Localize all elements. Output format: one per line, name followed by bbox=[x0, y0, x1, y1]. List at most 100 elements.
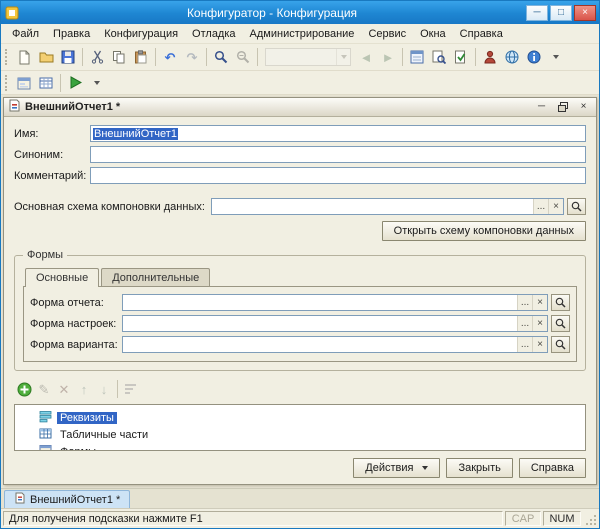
name-label: Имя: bbox=[14, 127, 39, 140]
object-editor-content: Имя: ВнешнийОтчет1 Синоним: Комментарий:… bbox=[4, 117, 596, 484]
status-caps-indicator: CAP bbox=[505, 511, 541, 526]
open-file-icon[interactable] bbox=[35, 46, 57, 68]
external-report-icon bbox=[8, 99, 21, 115]
undo-icon[interactable]: ↶ bbox=[159, 46, 181, 68]
menu-configuration[interactable]: Конфигурация bbox=[97, 26, 185, 42]
form-editor-icon[interactable] bbox=[13, 72, 35, 94]
child-minimize-button[interactable]: ─ bbox=[533, 100, 550, 114]
tree-item-attributes[interactable]: Реквизиты bbox=[15, 409, 585, 426]
child-restore-button[interactable] bbox=[554, 100, 571, 114]
synonym-input[interactable] bbox=[90, 146, 586, 163]
close-button[interactable]: × bbox=[574, 4, 596, 21]
user-settings-icon[interactable] bbox=[479, 46, 501, 68]
minimize-button[interactable]: ─ bbox=[526, 4, 548, 21]
menubar: Файл Правка Конфигурация Отладка Админис… bbox=[1, 24, 599, 44]
find-icon[interactable] bbox=[210, 46, 232, 68]
copy-icon[interactable] bbox=[108, 46, 130, 68]
variant-form-clear-button[interactable]: × bbox=[532, 337, 547, 352]
toolbar-overflow-icon[interactable] bbox=[545, 46, 567, 68]
settings-form-choose-button[interactable]: ... bbox=[517, 316, 532, 331]
status-num-indicator: NUM bbox=[543, 511, 581, 526]
find-next-icon[interactable] bbox=[232, 46, 254, 68]
object-editor-titlebar[interactable]: ВнешнийОтчет1 * ─ × bbox=[4, 98, 596, 117]
name-input-selected-text: ВнешнийОтчет1 bbox=[93, 127, 178, 140]
back-icon[interactable]: ◄ bbox=[355, 46, 377, 68]
maximize-button[interactable]: □ bbox=[550, 4, 572, 21]
tree-item-forms[interactable]: Формы bbox=[15, 443, 585, 450]
syntax-check-icon[interactable] bbox=[450, 46, 472, 68]
close-editor-button[interactable]: Закрыть bbox=[446, 458, 513, 478]
zoom-combobox[interactable] bbox=[265, 48, 351, 66]
about-icon[interactable] bbox=[523, 46, 545, 68]
search-metadata-icon[interactable] bbox=[428, 46, 450, 68]
variant-form-input[interactable]: ... × bbox=[122, 336, 548, 353]
menu-administration[interactable]: Администрирование bbox=[243, 26, 362, 42]
move-up-icon[interactable]: ↑ bbox=[74, 379, 94, 399]
web-client-icon[interactable] bbox=[501, 46, 523, 68]
toolbar-overflow-icon[interactable] bbox=[86, 72, 108, 94]
menu-file[interactable]: Файл bbox=[5, 26, 46, 42]
report-form-choose-button[interactable]: ... bbox=[517, 295, 532, 310]
menu-windows[interactable]: Окна bbox=[413, 26, 453, 42]
document-tab[interactable]: ВнешнийОтчет1 * bbox=[4, 490, 131, 508]
object-editor-title: ВнешнийОтчет1 * bbox=[25, 101, 121, 113]
table-editor-icon[interactable] bbox=[35, 72, 57, 94]
window-controls: ─ □ × bbox=[524, 4, 596, 21]
settings-form-open-button[interactable] bbox=[551, 315, 570, 332]
delete-icon[interactable]: ✕ bbox=[54, 379, 74, 399]
schema-choose-button[interactable]: ... bbox=[533, 199, 548, 214]
settings-form-label: Форма настроек: bbox=[30, 317, 117, 330]
tab-main-forms[interactable]: Основные bbox=[25, 268, 100, 287]
open-schema-button[interactable]: Открыть схему компоновки данных bbox=[381, 221, 586, 241]
tree-item-tabular-sections[interactable]: Табличные части bbox=[15, 426, 585, 443]
toolbar-separator bbox=[206, 48, 207, 66]
name-input[interactable]: ВнешнийОтчет1 bbox=[90, 125, 586, 142]
move-down-icon[interactable]: ↓ bbox=[94, 379, 114, 399]
app-window: Конфигуратор - Конфигурация ─ □ × Файл П… bbox=[0, 0, 600, 529]
menu-help[interactable]: Справка bbox=[453, 26, 510, 42]
settings-form-input[interactable]: ... × bbox=[122, 315, 548, 332]
object-editor-window: ВнешнийОтчет1 * ─ × Имя: ВнешнийОтчет1 С… bbox=[3, 97, 597, 485]
variant-form-open-button[interactable] bbox=[551, 336, 570, 353]
menu-service[interactable]: Сервис bbox=[361, 26, 413, 42]
attributes-icon bbox=[39, 410, 52, 426]
toolbar-grip[interactable] bbox=[5, 74, 8, 91]
variant-form-label: Форма варианта: bbox=[30, 338, 118, 351]
edit-icon[interactable]: ✎ bbox=[34, 379, 54, 399]
new-file-icon[interactable] bbox=[13, 46, 35, 68]
comment-input[interactable] bbox=[90, 167, 586, 184]
footer-buttons: Действия Закрыть Справка bbox=[14, 458, 586, 478]
variant-form-choose-button[interactable]: ... bbox=[517, 337, 532, 352]
schema-open-button[interactable] bbox=[567, 198, 586, 215]
menu-edit[interactable]: Правка bbox=[46, 26, 97, 42]
redo-icon[interactable]: ↷ bbox=[181, 46, 203, 68]
add-icon[interactable] bbox=[14, 379, 34, 399]
child-close-button[interactable]: × bbox=[575, 100, 592, 114]
secondary-toolbar bbox=[1, 71, 599, 95]
menu-debug[interactable]: Отладка bbox=[185, 26, 242, 42]
save-icon[interactable] bbox=[57, 46, 79, 68]
actions-button[interactable]: Действия bbox=[353, 458, 441, 478]
settings-form-clear-button[interactable]: × bbox=[532, 316, 547, 331]
tree-item-label: Реквизиты bbox=[57, 411, 117, 424]
status-hint: Для получения подсказки нажмите F1 bbox=[3, 511, 503, 526]
report-form-clear-button[interactable]: × bbox=[532, 295, 547, 310]
app-icon[interactable] bbox=[4, 5, 20, 21]
mdi-area: ВнешнийОтчет1 * ─ × Имя: ВнешнийОтчет1 С… bbox=[1, 95, 599, 488]
schema-clear-button[interactable]: × bbox=[548, 199, 563, 214]
report-form-input[interactable]: ... × bbox=[122, 294, 548, 311]
resize-grip-icon[interactable] bbox=[583, 511, 597, 526]
configuration-window-icon[interactable] bbox=[406, 46, 428, 68]
tab-additional-forms[interactable]: Дополнительные bbox=[101, 268, 211, 286]
help-button[interactable]: Справка bbox=[518, 458, 586, 478]
cut-icon[interactable] bbox=[86, 46, 108, 68]
paste-icon[interactable] bbox=[130, 46, 152, 68]
report-form-value bbox=[123, 295, 517, 310]
sort-icon[interactable] bbox=[121, 379, 141, 399]
combobox-dropdown-icon[interactable] bbox=[336, 49, 350, 65]
report-form-open-button[interactable] bbox=[551, 294, 570, 311]
schema-input[interactable]: ... × bbox=[210, 198, 564, 215]
toolbar-grip[interactable] bbox=[5, 49, 8, 65]
forward-icon[interactable]: ► bbox=[377, 46, 399, 68]
start-debugging-icon[interactable] bbox=[64, 72, 86, 94]
